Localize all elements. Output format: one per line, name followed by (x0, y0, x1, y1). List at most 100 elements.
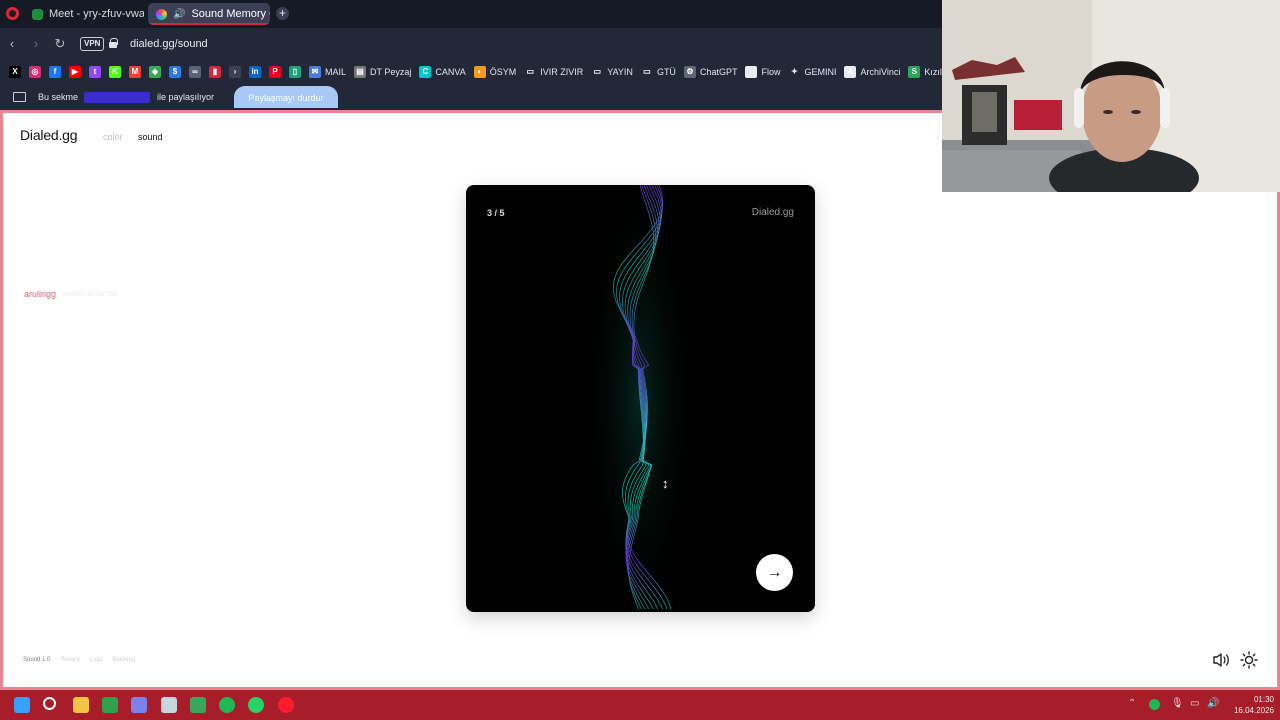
bookmark-chatgpt[interactable]: ⚙ ChatGPT (683, 66, 737, 78)
bookmark-instagram[interactable]: ◎ (29, 66, 41, 78)
taskbar-xbox-icon[interactable] (101, 697, 118, 713)
taskbar-clock[interactable]: 01:30 16.04.2026 (1228, 694, 1274, 716)
twitch-icon: t (89, 66, 101, 78)
clock-time: 01:30 (1253, 695, 1274, 704)
taskbar-opera-icon[interactable] (277, 697, 294, 713)
bookmark-maps[interactable]: ◆ (149, 66, 161, 78)
theme-sun-icon[interactable] (1240, 651, 1258, 669)
bookmark-gmail[interactable]: M (129, 66, 141, 78)
arrow-right-icon: → (766, 563, 783, 581)
dollar-icon: $ (169, 66, 181, 78)
tab-sound-memory-game[interactable]: 🔊 Sound Memory Game (148, 3, 270, 25)
player-name: arulingg (24, 289, 57, 299)
bookmark-twitch[interactable]: t (89, 66, 101, 78)
reload-icon[interactable]: ↻ (52, 36, 68, 52)
new-tab-button[interactable]: + (276, 7, 289, 20)
instagram-icon: ◎ (29, 66, 41, 78)
tray-display-icon[interactable]: ▭ (1190, 698, 1199, 709)
bookmark-label: IVIR ZIVIR (540, 67, 584, 77)
bookmark-app[interactable]: ▮ (209, 66, 221, 78)
vpn-badge[interactable]: VPN (80, 37, 105, 51)
resize-cursor-icon: ↕ (662, 476, 669, 491)
tray-spotify-icon[interactable] (1149, 699, 1160, 710)
bookmark-nav[interactable]: › (229, 66, 241, 78)
bookmark-youtube[interactable]: ▶ (69, 66, 81, 78)
taskbar-search-icon[interactable] (43, 697, 57, 710)
tab-title: Meet - yry-zfuv-vwa (49, 8, 144, 20)
maps-icon: ◆ (149, 66, 161, 78)
site-logo[interactable]: Dialed.gg (20, 127, 78, 143)
tray-volume-icon[interactable]: 🔊 (1207, 698, 1219, 709)
kizil-icon: S (908, 66, 921, 78)
facebook-icon: f (49, 66, 61, 78)
doc-icon: ▤ (354, 66, 367, 78)
youtube-icon: ▶ (69, 66, 81, 78)
screen-share-icon (13, 92, 26, 102)
forward-icon[interactable]: › (28, 36, 44, 52)
bookmark-label: DT Peyzaj (370, 67, 412, 77)
bookmark-facebook[interactable]: f (49, 66, 61, 78)
bookmark-phone[interactable]: ▯ (289, 66, 301, 78)
meet-icon (32, 8, 43, 20)
lock-icon[interactable] (109, 38, 118, 48)
linkedin-icon: in (249, 66, 261, 78)
folder-icon: ▭ (591, 66, 604, 78)
footer-link-blocking[interactable]: Blocking (112, 657, 135, 663)
opera-logo-icon[interactable] (6, 7, 19, 20)
bookmark-label: YAYIN (607, 67, 633, 77)
bookmark-ivir-zivir[interactable]: ▭ IVIR ZIVIR (524, 66, 583, 78)
tray-overflow-icon[interactable]: ⌃ (1128, 698, 1136, 709)
round-progress: 3 / 5 (487, 208, 505, 218)
taskbar-steam-icon[interactable] (160, 697, 177, 713)
volume-icon[interactable] (1212, 652, 1230, 668)
footer-link-privacy[interactable]: Privacy (60, 657, 80, 663)
folder-icon: ▭ (524, 66, 537, 78)
bookmark-linkedin[interactable]: in (249, 66, 261, 78)
share-recipient-redacted (84, 92, 150, 103)
gemini-icon: ✦ (788, 66, 801, 78)
bookmark-label: ArchiVinci (860, 67, 901, 77)
gmail-icon: M (129, 66, 141, 78)
next-button[interactable]: → (756, 554, 793, 591)
bookmark-kick[interactable]: K (109, 66, 121, 78)
card-brand: Dialed.gg (751, 207, 794, 218)
tab-meet[interactable]: Meet - yry-zfuv-vwa (24, 3, 144, 25)
archivinci-icon: A (844, 66, 857, 78)
bookmark-yayin[interactable]: ▭ YAYIN (591, 66, 633, 78)
bookmark-gtü[interactable]: ▭ GTÜ (640, 66, 676, 78)
folder-icon: ▭ (640, 66, 653, 78)
sound-waveform-visual (580, 185, 700, 612)
footer-link-lists[interactable]: Lists (90, 657, 102, 663)
tray-mic-icon[interactable]: 🎙 (1171, 698, 1184, 709)
taskbar-whatsapp-icon[interactable] (248, 697, 265, 713)
bookmark-x[interactable]: X (9, 66, 21, 78)
taskbar-discord-icon[interactable] (189, 697, 206, 713)
speaker-icon[interactable]: 🔊 (173, 9, 185, 20)
pinterest-icon: P (269, 66, 281, 78)
bookmark-mail[interactable]: ✉ MAIL (309, 66, 346, 78)
bookmark-ösym[interactable]: ◐ ÖSYM (473, 66, 516, 78)
webcam-overlay (942, 0, 1280, 192)
bookmark-label: MAIL (325, 67, 347, 77)
bookmark-canva[interactable]: C CANVA (419, 66, 466, 78)
stop-sharing-button[interactable]: Paylaşmayı durdur (234, 86, 338, 108)
bookmark-archivinci[interactable]: A ArchiVinci (844, 66, 900, 78)
bookmark-pinterest[interactable]: P (269, 66, 281, 78)
taskbar-windows-icon[interactable] (14, 697, 30, 713)
taskbar-teams-icon[interactable] (131, 697, 148, 713)
sound-game-card: 3 / 5 Dialed.gg ↕ → (466, 185, 815, 612)
nav-icon: › (229, 66, 241, 78)
url-field[interactable]: dialed.gg/sound (130, 38, 208, 50)
bookmark-dollar[interactable]: $ (169, 66, 181, 78)
bookmark-flow[interactable]: Flow (745, 66, 780, 78)
bookmark-link[interactable]: ∞ (189, 66, 201, 78)
taskbar-file-explorer-icon[interactable] (72, 697, 89, 713)
taskbar-spotify-icon[interactable] (219, 697, 236, 713)
chatgpt-icon: ⚙ (683, 66, 696, 78)
back-icon[interactable]: ‹ (4, 36, 20, 52)
nav-link-sound[interactable]: sound (138, 132, 163, 142)
bookmark-dt-peyzaj[interactable]: ▤ DT Peyzaj (354, 66, 411, 78)
share-prefix: Bu sekme (38, 92, 79, 102)
bookmark-gemini[interactable]: ✦ GEMINI (788, 66, 836, 78)
nav-link-color[interactable]: color (103, 132, 123, 142)
